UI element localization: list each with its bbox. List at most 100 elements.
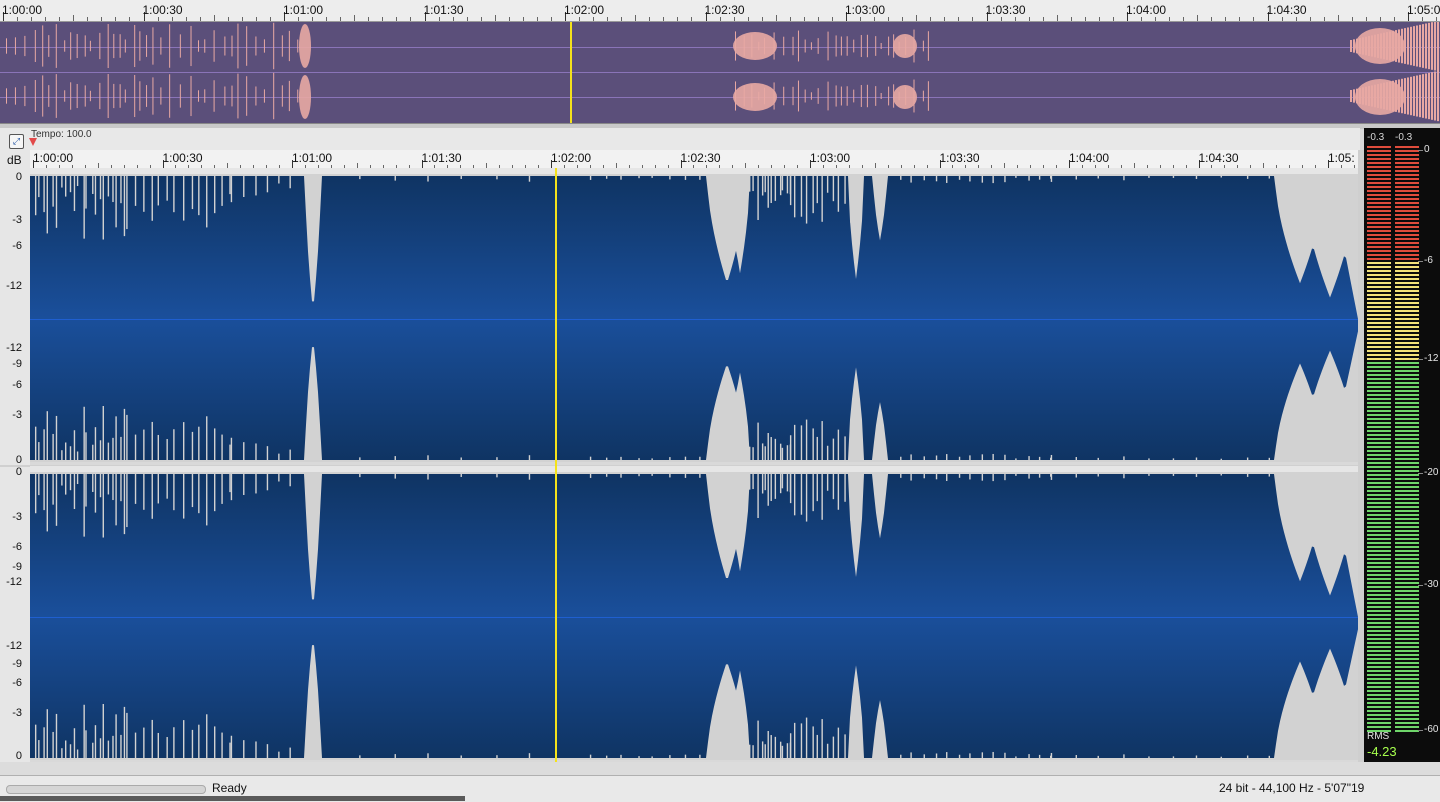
overview-peak <box>893 85 917 109</box>
ruler-label: 1:03:30 <box>985 3 1026 17</box>
waveform-transient <box>589 456 592 460</box>
meter-segment <box>1395 314 1419 316</box>
waveform-transient <box>61 474 63 486</box>
overview-spike <box>1371 35 1373 57</box>
waveform-channel-left[interactable] <box>30 168 1358 462</box>
meter-segment <box>1367 498 1391 500</box>
meter-segment <box>1367 606 1391 608</box>
waveform-transient <box>255 176 257 196</box>
waveform-transient <box>781 447 784 460</box>
meter-segment <box>1395 214 1419 216</box>
waveform-transient <box>910 752 912 758</box>
main-timeline-ruler[interactable]: 1:00:00 1:00:30 1:01:00 1:01:30 1:02:00 1:02:… <box>30 150 1358 169</box>
overview-spike <box>1422 24 1424 68</box>
meter-segment <box>1395 278 1419 280</box>
waveform-transient <box>229 444 231 460</box>
horizontal-scrollbar[interactable] <box>0 796 465 801</box>
waveform-transient <box>394 456 396 460</box>
meter-segment <box>1367 666 1391 668</box>
ruler-minor-tick <box>593 17 595 21</box>
ruler-minor-tick <box>312 17 314 21</box>
meter-segment <box>1395 358 1419 360</box>
meter-segment <box>1395 630 1419 632</box>
ruler-minor-tick <box>396 17 398 21</box>
waveform-transient <box>910 176 912 183</box>
waveform-transient <box>115 714 117 758</box>
meter-segment <box>1395 578 1419 580</box>
waveform-transient <box>394 754 396 758</box>
waveform-transient <box>779 741 782 758</box>
db-scale-label: -9 <box>12 658 22 670</box>
db-scale-label: -9 <box>12 561 22 573</box>
waveform-transient <box>173 474 175 511</box>
waveform-transient <box>752 474 754 490</box>
meter-segment <box>1395 382 1419 384</box>
waveform-transient <box>198 474 200 514</box>
start-marker-icon[interactable] <box>29 138 37 146</box>
meter-segment <box>1367 458 1391 460</box>
waveform-transient <box>749 744 751 758</box>
zoom-icon[interactable]: ⤢ <box>9 134 24 149</box>
waveform-transient <box>1004 176 1006 183</box>
meter-segment <box>1395 710 1419 712</box>
meter-segment <box>1367 414 1391 416</box>
waveform-transient <box>793 722 796 758</box>
meter-segment <box>1367 698 1391 700</box>
overview-spike <box>84 35 86 57</box>
meter-segment <box>1367 290 1391 292</box>
meter-segment <box>1367 526 1391 528</box>
meter-segment <box>1367 334 1391 336</box>
waveform-transient <box>55 415 58 460</box>
db-scale-label: -3 <box>12 707 22 719</box>
waveform-transient <box>749 176 751 192</box>
waveform-transient <box>34 176 37 216</box>
waveform-transient <box>143 176 145 212</box>
meter-segment <box>1395 606 1419 608</box>
overview-spike <box>1428 72 1430 120</box>
waveform-transient <box>832 474 835 500</box>
overview-timeline-ruler[interactable]: 1:00:00 1:00:30 1:01:00 1:01:30 1:02:00 1:02:… <box>0 0 1440 22</box>
waveform-transient <box>214 474 216 512</box>
ruler-minor-tick <box>1141 17 1143 21</box>
meter-segment <box>1395 342 1419 344</box>
waveform-transient <box>126 712 128 758</box>
waveform-transient <box>1195 755 1198 758</box>
ruler-label: 1:03:00 <box>845 3 886 17</box>
meter-scale-label: 0 <box>1424 144 1430 155</box>
waveform-transient <box>793 424 796 460</box>
meter-segment <box>1395 354 1419 356</box>
overview-waveform[interactable] <box>0 22 1440 123</box>
ruler-minor-tick <box>213 15 215 21</box>
meter-segment <box>1395 474 1419 476</box>
meter-segment <box>1367 346 1391 348</box>
meter-segment <box>1395 166 1419 168</box>
overview-spike <box>1434 71 1436 121</box>
waveform-transient <box>850 420 852 460</box>
meter-segment <box>1395 666 1419 668</box>
overview-spike <box>1437 70 1439 122</box>
meter-segment <box>1367 266 1391 268</box>
tempo-label: Tempo: 100.0 <box>31 129 92 140</box>
overview-spike <box>6 38 7 54</box>
waveform-transient <box>1195 474 1198 477</box>
meter-segment <box>1395 494 1419 496</box>
waveform-transient <box>832 438 835 460</box>
waveform-channel-right[interactable] <box>30 466 1358 760</box>
waveform-transient <box>206 474 208 526</box>
waveform-transient <box>255 741 257 758</box>
waveform-transient <box>166 474 168 499</box>
overview-spike <box>810 92 812 100</box>
meter-segment <box>1395 534 1419 536</box>
overview-spike <box>24 35 26 57</box>
waveform-transient <box>779 176 782 196</box>
playhead-cursor[interactable] <box>555 168 557 762</box>
meter-segment <box>1367 170 1391 172</box>
waveform-transient <box>821 176 823 222</box>
waveform-transient <box>1123 474 1125 479</box>
ruler-minor-tick <box>522 17 524 21</box>
overview-spike <box>134 24 136 68</box>
meter-scale-label: -30 <box>1424 579 1439 590</box>
waveform-transient <box>107 474 110 495</box>
meter-segment <box>1395 714 1419 716</box>
meter-segment <box>1395 482 1419 484</box>
